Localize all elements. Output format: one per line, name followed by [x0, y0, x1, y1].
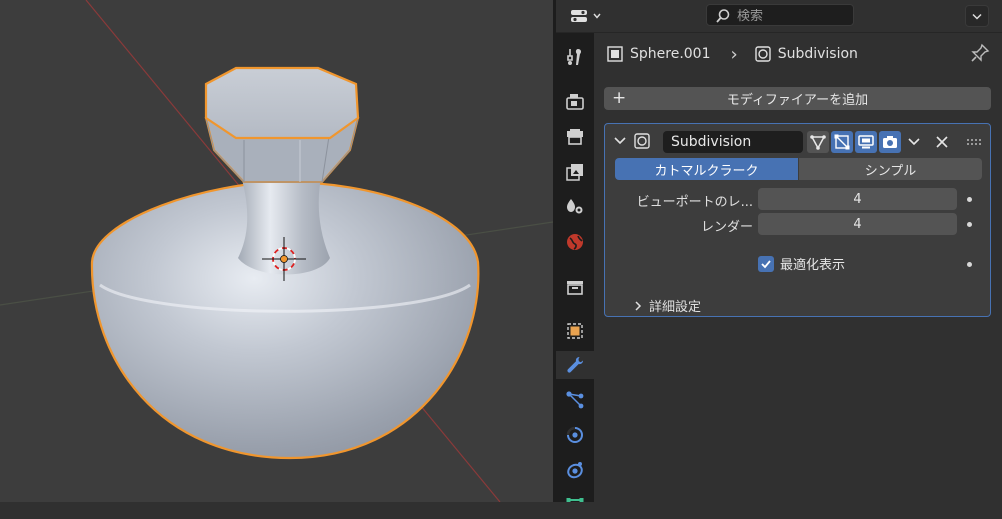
particles-icon [566, 391, 584, 409]
physics-icon [566, 426, 583, 443]
view-layer-icon [566, 164, 583, 181]
optimal-display-checkbox[interactable] [758, 255, 774, 272]
cap-mesh[interactable] [204, 66, 360, 140]
chevron-down-icon[interactable] [613, 135, 627, 147]
output-icon [567, 129, 583, 145]
3d-viewport[interactable] [0, 0, 553, 502]
breadcrumb: Sphere.001 › Subdivision [606, 43, 858, 65]
checkmark-icon [761, 259, 771, 268]
camera-icon [883, 136, 897, 148]
breadcrumb-separator: › [730, 43, 738, 65]
render-levels-field[interactable]: 4 [758, 213, 957, 235]
subdivision-modifier-panel: Subdivision カトマルクラーク シンプル ビューポートのレ... 4 … [604, 123, 991, 317]
grip-icon [967, 139, 981, 145]
modifier-header: Subdivision [611, 129, 985, 153]
viewport-scene [0, 0, 553, 502]
collection-tab[interactable] [561, 273, 589, 301]
add-modifier-button[interactable]: + モディファイアーを追加 [604, 87, 991, 110]
world-tab[interactable] [561, 228, 589, 256]
tool-tab[interactable] [561, 43, 589, 71]
scene-tab[interactable] [561, 193, 589, 221]
physics-tab[interactable] [561, 421, 589, 449]
object-icon [567, 323, 583, 339]
object-icon [607, 46, 623, 62]
render-icon [566, 94, 584, 110]
constraints-icon [567, 462, 583, 479]
modifier-name-field[interactable]: Subdivision [663, 131, 803, 153]
object-tab[interactable] [561, 317, 589, 345]
close-icon [936, 136, 948, 148]
tool-icon [567, 49, 582, 65]
levels-viewport-field[interactable]: 4 [758, 188, 957, 210]
breadcrumb-modifier[interactable]: Subdivision [778, 46, 858, 62]
render-tab[interactable] [561, 88, 589, 116]
levels-viewport-label: ビューポートのレ... [636, 195, 753, 210]
advanced-subpanel-header[interactable]: 詳細設定 [633, 296, 701, 315]
search-icon [716, 9, 730, 23]
catmull-clark-option[interactable]: カトマルクラーク [615, 158, 798, 180]
chevron-down-icon [972, 13, 982, 20]
modifier-tab[interactable] [556, 351, 594, 379]
collection-icon [567, 281, 583, 295]
add-modifier-label: モディファイアーを追加 [726, 93, 869, 108]
pin-icon [971, 43, 990, 62]
render-levels-label: レンダー [700, 220, 753, 235]
subdivision-modifier-icon [755, 46, 771, 62]
keyframe-dot-icon[interactable] [967, 197, 972, 202]
on-cage-toggle[interactable] [807, 131, 829, 153]
remove-modifier-button[interactable] [931, 131, 953, 153]
search-input[interactable] [737, 8, 837, 24]
constraints-tab[interactable] [561, 456, 589, 484]
editor-type-button[interactable] [566, 4, 604, 28]
optimal-display-label: 最適化表示 [780, 258, 846, 273]
properties-tabs [556, 33, 594, 502]
keyframe-dot-icon[interactable] [967, 262, 972, 267]
world-icon [567, 234, 583, 250]
edit-mode-icon [834, 134, 850, 150]
render-toggle[interactable] [879, 131, 901, 153]
subdivision-type-selector: カトマルクラーク シンプル [615, 158, 982, 180]
drag-handle[interactable] [963, 131, 985, 153]
chevron-down-icon [593, 13, 601, 19]
properties-editor-icon [571, 10, 587, 22]
properties-header [556, 0, 1002, 33]
view-layer-tab[interactable] [561, 158, 589, 186]
subdivision-modifier-icon [634, 133, 650, 149]
edit-mode-toggle[interactable] [831, 131, 853, 153]
output-tab[interactable] [561, 123, 589, 151]
options-dropdown[interactable] [965, 5, 989, 27]
optimal-display-row[interactable]: 最適化表示 [758, 254, 845, 273]
chevron-right-icon [635, 300, 642, 311]
scene-icon [567, 199, 583, 214]
search-field[interactable] [706, 4, 854, 26]
data-icon [566, 498, 584, 502]
properties-content: Sphere.001 › Subdivision + モディファイアーを追加 S [594, 33, 1002, 502]
vertex-triangle-icon [810, 135, 826, 150]
pin-button[interactable] [970, 43, 990, 67]
simple-option[interactable]: シンプル [798, 158, 982, 180]
wrench-icon [567, 357, 583, 373]
data-tab[interactable] [561, 491, 589, 519]
chevron-down-icon [908, 138, 920, 146]
particles-tab[interactable] [561, 386, 589, 414]
viewport-toggle[interactable] [855, 131, 877, 153]
keyframe-dot-icon[interactable] [967, 222, 972, 227]
advanced-label: 詳細設定 [649, 300, 702, 315]
breadcrumb-object[interactable]: Sphere.001 [630, 46, 711, 62]
monitor-icon [858, 135, 874, 149]
modifier-options-dropdown[interactable] [903, 131, 925, 153]
plus-icon: + [612, 88, 627, 108]
